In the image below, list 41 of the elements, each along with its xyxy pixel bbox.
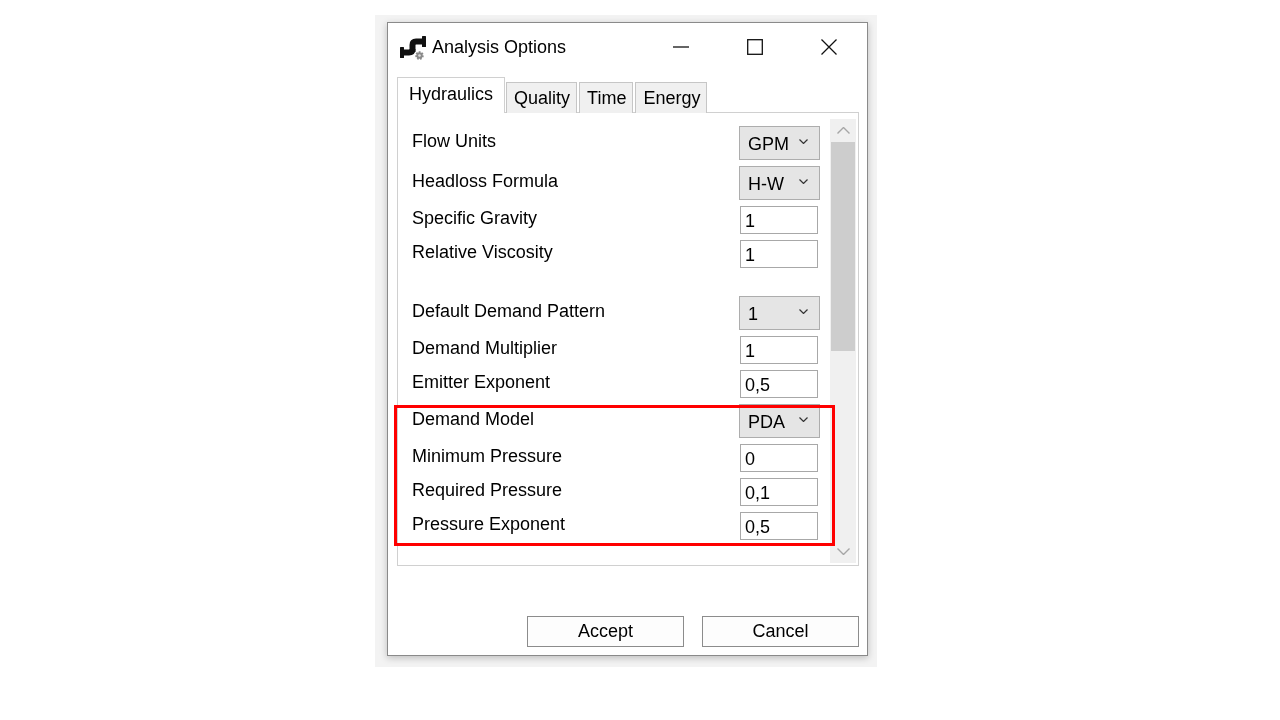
dialog-button[interactable]: Cancel <box>702 616 859 647</box>
chevron-down-icon <box>799 139 808 144</box>
chevron-up-icon[interactable] <box>836 127 850 134</box>
text-field[interactable]: 0 <box>740 444 818 472</box>
field-label: Headloss Formula <box>412 170 559 192</box>
tab[interactable]: Energy <box>635 82 708 113</box>
text-field[interactable]: 0,1 <box>740 478 818 506</box>
minimize-icon <box>673 46 689 48</box>
field-label: Minimum Pressure <box>412 445 563 467</box>
field-label: Specific Gravity <box>412 207 538 229</box>
chevron-down-icon <box>799 309 808 314</box>
text-field[interactable]: 0,5 <box>740 512 818 540</box>
chevron-down-icon <box>799 417 808 422</box>
maximize-icon <box>747 39 763 55</box>
close-icon <box>821 39 837 55</box>
window-title: Analysis Options <box>432 36 567 58</box>
dropdown[interactable]: PDA <box>739 404 820 438</box>
dropdown[interactable]: H-W <box>739 166 820 200</box>
tab[interactable]: Time <box>579 82 634 113</box>
field-label: Relative Viscosity <box>412 241 553 263</box>
field-label: Flow Units <box>412 130 496 152</box>
tab[interactable]: Quality <box>506 82 578 113</box>
dropdown[interactable]: GPM <box>739 126 820 160</box>
dialog-button[interactable]: Accept <box>527 616 684 647</box>
pipe-gear-icon <box>400 35 426 60</box>
field-label: Pressure Exponent <box>412 513 566 535</box>
field-label: Default Demand Pattern <box>412 300 606 322</box>
scrollbar-thumb[interactable] <box>831 142 855 351</box>
text-field[interactable]: 1 <box>740 336 818 364</box>
field-label: Demand Model <box>412 408 535 430</box>
tab[interactable]: Hydraulics <box>397 77 506 113</box>
text-field[interactable]: 1 <box>740 206 818 234</box>
chevron-down-icon <box>799 179 808 184</box>
field-label: Demand Multiplier <box>412 337 558 359</box>
text-field[interactable]: 0,5 <box>740 370 818 398</box>
field-label: Emitter Exponent <box>412 371 551 393</box>
text-field[interactable]: 1 <box>740 240 818 268</box>
dropdown[interactable]: 1 <box>739 296 820 330</box>
scrollbar[interactable] <box>830 119 856 563</box>
field-label: Required Pressure <box>412 479 563 501</box>
chevron-down-icon[interactable] <box>836 548 850 555</box>
